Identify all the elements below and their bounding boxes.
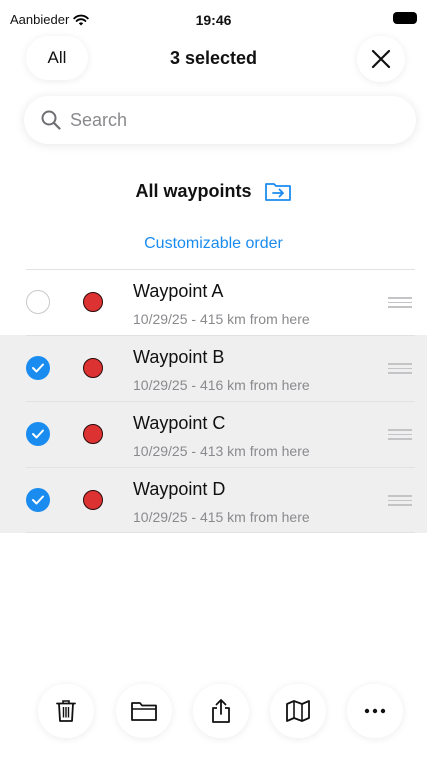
waypoint-meta: 10/29/25 - 415 km from here bbox=[133, 311, 310, 327]
search-bar[interactable] bbox=[24, 96, 416, 144]
share-button[interactable] bbox=[193, 684, 249, 738]
close-button[interactable] bbox=[357, 36, 405, 82]
waypoint-meta: 10/29/25 - 413 km from here bbox=[133, 443, 310, 459]
map-icon bbox=[286, 700, 310, 722]
clock: 19:46 bbox=[195, 12, 232, 28]
checkmark-icon bbox=[32, 495, 44, 505]
waypoint-meta: 10/29/25 - 415 km from here bbox=[133, 509, 310, 525]
row-divider bbox=[26, 532, 415, 533]
more-button[interactable] bbox=[347, 684, 403, 738]
section-header: All waypoints bbox=[0, 180, 427, 202]
more-icon bbox=[364, 708, 386, 714]
status-bar: Aanbieder 19:46 bbox=[0, 0, 427, 34]
section-title: All waypoints bbox=[135, 180, 252, 201]
waypoint-name: Waypoint B bbox=[133, 347, 225, 367]
checkmark-icon bbox=[32, 363, 44, 373]
drag-handle-icon[interactable] bbox=[388, 495, 412, 506]
row-divider bbox=[26, 467, 415, 468]
delete-button[interactable] bbox=[38, 684, 94, 738]
trash-icon bbox=[56, 700, 76, 722]
customizable-order-link[interactable]: Customizable order bbox=[0, 235, 427, 253]
row-divider bbox=[26, 269, 415, 270]
checkbox[interactable] bbox=[26, 290, 50, 314]
move-to-folder-icon[interactable] bbox=[264, 180, 292, 202]
checkbox[interactable] bbox=[26, 422, 50, 446]
row-divider bbox=[26, 335, 415, 336]
checkbox[interactable] bbox=[26, 356, 50, 380]
checkmark-icon bbox=[32, 429, 44, 439]
battery-icon bbox=[393, 12, 417, 24]
search-icon bbox=[41, 110, 61, 130]
waypoint-marker-icon bbox=[83, 424, 103, 444]
waypoint-name: Waypoint D bbox=[133, 479, 226, 499]
waypoint-list: Waypoint A 10/29/25 - 415 km from here W… bbox=[0, 269, 427, 533]
waypoint-name: Waypoint C bbox=[133, 413, 226, 433]
drag-handle-icon[interactable] bbox=[388, 429, 412, 440]
close-icon bbox=[371, 49, 391, 69]
share-icon bbox=[212, 699, 230, 723]
bottom-toolbar bbox=[0, 684, 427, 740]
list-item[interactable]: Waypoint C 10/29/25 - 413 km from here bbox=[0, 401, 427, 467]
map-button[interactable] bbox=[270, 684, 326, 738]
waypoint-meta: 10/29/25 - 416 km from here bbox=[133, 377, 310, 393]
list-item[interactable]: Waypoint A 10/29/25 - 415 km from here bbox=[0, 269, 427, 335]
folder-icon bbox=[131, 702, 157, 721]
waypoint-name: Waypoint A bbox=[133, 281, 224, 301]
list-item[interactable]: Waypoint B 10/29/25 - 416 km from here bbox=[0, 335, 427, 401]
waypoint-marker-icon bbox=[83, 358, 103, 378]
checkbox[interactable] bbox=[26, 488, 50, 512]
search-input[interactable] bbox=[70, 109, 390, 131]
drag-handle-icon[interactable] bbox=[388, 297, 412, 308]
move-to-folder-button[interactable] bbox=[116, 684, 172, 738]
waypoint-marker-icon bbox=[83, 292, 103, 312]
drag-handle-icon[interactable] bbox=[388, 363, 412, 374]
list-item[interactable]: Waypoint D 10/29/25 - 415 km from here bbox=[0, 467, 427, 533]
header: All 3 selected bbox=[0, 34, 427, 82]
row-divider bbox=[26, 401, 415, 402]
waypoint-marker-icon bbox=[83, 490, 103, 510]
